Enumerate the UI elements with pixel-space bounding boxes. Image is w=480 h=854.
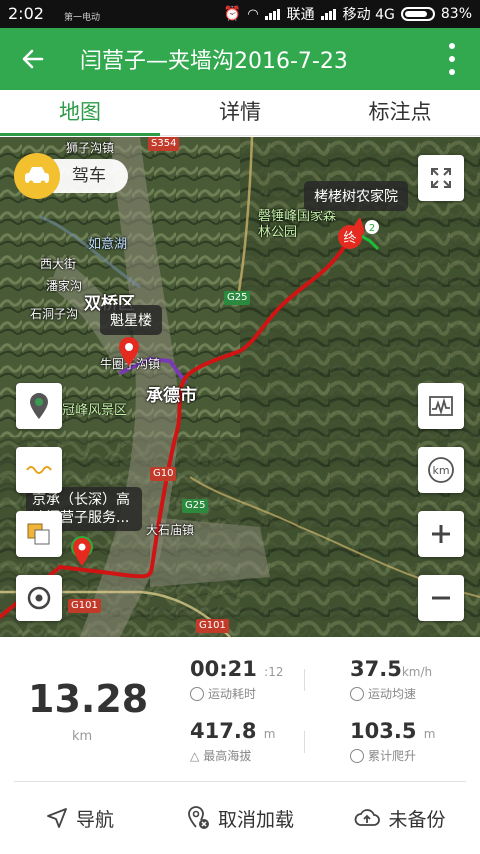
cancel-download-button[interactable]: 取消加载 — [160, 782, 320, 854]
compass-icon — [27, 586, 51, 610]
zoom-in-button[interactable] — [418, 511, 464, 557]
location-marker-button[interactable] — [16, 383, 62, 429]
battery-icon — [400, 7, 435, 21]
map-view[interactable]: 狮子沟镇 S354 如意湖 西大街 潘家沟 双桥区 石洞子沟 牛圈子沟镇 承德市… — [0, 137, 480, 637]
cloud-upload-icon — [355, 809, 381, 826]
avg-speed-label: 运动均速 — [368, 687, 417, 701]
signal-icon — [264, 8, 281, 20]
map-marker-icon — [30, 393, 48, 419]
page-title: 闫营子—夹墙沟2016-7-23 — [80, 49, 348, 74]
map-label: 承德市 — [146, 386, 197, 406]
max-altitude-value: 417.8 — [190, 719, 257, 743]
tab-bar: 地图 详情 标注点 — [0, 90, 480, 136]
distance-markers-button[interactable]: km — [418, 447, 464, 493]
tab-map[interactable]: 地图 — [0, 90, 160, 136]
map-label: 磬锤峰国家森林公园 — [258, 209, 337, 240]
climb-unit: m — [423, 727, 436, 741]
max-altitude-label: 最高海拔 — [203, 749, 252, 763]
map-label: 如意湖 — [88, 237, 128, 252]
clock-icon — [190, 686, 204, 701]
avg-speed-stat: 37.5km/h 运动均速 — [350, 657, 432, 702]
map-label: 狮子沟镇 — [66, 141, 115, 155]
layers-icon — [27, 523, 50, 545]
navigate-label: 导航 — [75, 808, 114, 831]
map-label: 西大街 — [40, 257, 77, 271]
carrier-watermark: 第一电动 — [64, 13, 101, 23]
battery-level: 83% — [440, 6, 472, 22]
fullscreen-button[interactable] — [418, 155, 464, 201]
climb-icon — [350, 748, 364, 763]
climb-stat: 103.5 m 累计爬升 — [350, 719, 435, 764]
km-icon: km — [428, 457, 454, 483]
road-shield: G25 — [224, 291, 251, 305]
compass-button[interactable] — [16, 575, 62, 621]
back-button[interactable] — [16, 42, 50, 76]
backup-label: 未备份 — [388, 808, 446, 831]
status-bar: 2:02 第一电动 ⏰ ◠ 联通 移动 4G 83% — [0, 0, 480, 28]
duration-stat: 00:21 :12 运动耗时 — [190, 657, 283, 702]
signal-icon — [320, 8, 337, 20]
tab-details[interactable]: 详情 — [160, 90, 320, 135]
distance-unit: km — [72, 729, 93, 744]
map-label: 大石庙镇 — [146, 523, 195, 537]
max-altitude-unit: m — [263, 727, 276, 741]
avg-speed-unit: km/h — [401, 665, 433, 679]
elevation-chart-button[interactable] — [418, 383, 464, 429]
minus-icon — [432, 596, 450, 600]
road-shield: G25 — [182, 499, 209, 513]
wave-line-icon — [26, 466, 52, 474]
carrier-2: 移动 4G — [342, 7, 395, 23]
kuixinglou-callout[interactable]: 魁星楼 — [100, 305, 162, 335]
duration-label: 运动耗时 — [208, 687, 257, 701]
duration-value: 00:21 — [190, 657, 257, 681]
backup-button[interactable]: 未备份 — [320, 782, 480, 854]
road-shield: S354 — [148, 137, 180, 151]
clock: 2:02 — [8, 4, 44, 23]
divider — [304, 669, 305, 691]
climb-label: 累计爬升 — [368, 749, 417, 763]
map-label: 石洞子沟 — [30, 307, 79, 321]
back-arrow-icon — [22, 49, 44, 69]
total-distance: 13.28 — [28, 677, 149, 721]
divider — [304, 731, 305, 753]
navigate-button[interactable]: 导航 — [0, 782, 160, 854]
app-bar: 闫营子—夹墙沟2016-7-23 — [0, 28, 480, 90]
zoom-out-button[interactable] — [418, 575, 464, 621]
map-layers-button[interactable] — [16, 511, 62, 557]
start-pin-icon[interactable] — [68, 535, 96, 567]
map-pin-cancel-icon — [188, 806, 209, 829]
road-shield: G101 — [196, 619, 229, 633]
car-icon — [25, 167, 49, 186]
max-altitude-stat: 417.8 m △ 最高海拔 — [190, 719, 275, 764]
map-label: 冠峰风景区 — [62, 403, 128, 418]
track-stats-panel: 13.28 km 00:21 :12 运动耗时 37.5km/h 运动均速 41… — [0, 637, 480, 785]
cancel-download-label: 取消加载 — [217, 808, 294, 831]
road-shield: G101 — [68, 599, 101, 613]
end-pin-icon[interactable]: 终 2 — [336, 217, 380, 253]
more-options-button[interactable] — [440, 40, 464, 78]
map-label: 潘家沟 — [46, 279, 83, 293]
route-style-button[interactable] — [16, 447, 62, 493]
chart-icon — [429, 396, 453, 416]
travel-mode-button[interactable] — [14, 153, 60, 199]
wifi-icon: ◠ — [247, 6, 259, 22]
tab-markers[interactable]: 标注点 — [320, 90, 480, 135]
farmhouse-callout[interactable]: 栲栳树农家院 — [304, 181, 408, 211]
svg-text:km: km — [432, 464, 449, 477]
alarm-icon: ⏰ — [223, 6, 242, 22]
mountain-icon: △ — [190, 748, 200, 763]
carrier-1: 联通 — [286, 7, 315, 23]
navigation-arrow-icon — [47, 808, 67, 828]
plus-icon — [432, 525, 450, 543]
action-bar: 导航 取消加载 未备份 — [0, 782, 480, 854]
location-pin-icon[interactable] — [117, 337, 141, 367]
expand-icon — [431, 168, 451, 188]
waypoint-number: 2 — [369, 223, 375, 234]
climb-value: 103.5 — [350, 719, 417, 743]
duration-seconds: :12 — [264, 665, 284, 679]
avg-speed-value: 37.5 — [350, 657, 402, 681]
speedometer-icon — [350, 686, 364, 701]
road-shield: G10 — [150, 467, 177, 481]
